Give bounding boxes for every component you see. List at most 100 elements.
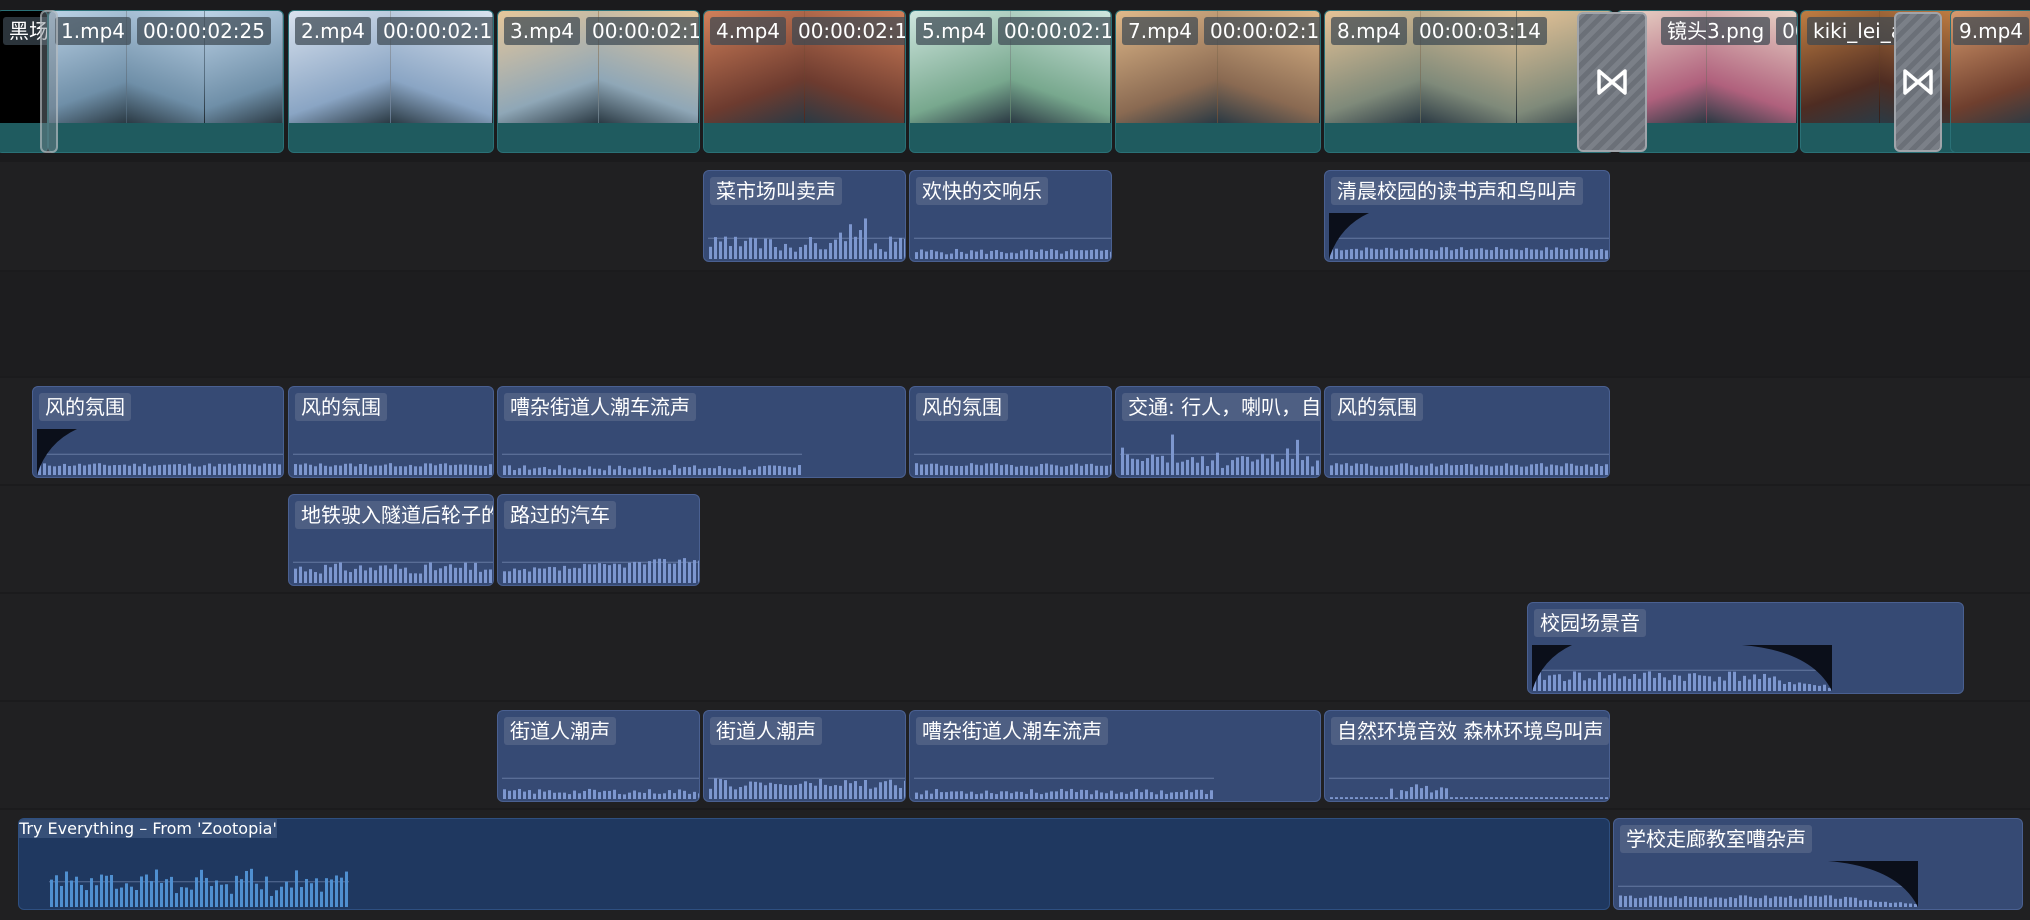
- waveform-bar: [1340, 797, 1343, 799]
- waveform-bar: [1530, 464, 1533, 475]
- waveform-bar: [344, 463, 347, 475]
- waveform-bar: [638, 792, 641, 799]
- waveform-bar: [1535, 797, 1538, 799]
- waveform-bar: [404, 567, 407, 583]
- transition-marker[interactable]: [1894, 12, 1942, 152]
- waveform-bar: [1545, 247, 1548, 259]
- video-clip[interactable]: 2.mp4 00:00:02:15: [288, 10, 494, 153]
- audio-waveform: [708, 777, 905, 799]
- music-clip[interactable]: Try Everything – From 'Zootopia': [18, 818, 1610, 910]
- audio-clip[interactable]: 路过的汽车: [497, 494, 700, 586]
- waveform-bar: [1678, 675, 1681, 691]
- waveform-bar: [88, 464, 91, 475]
- waveform-bar: [1684, 896, 1687, 907]
- waveform-bar: [523, 791, 526, 799]
- waveform-bar: [935, 463, 938, 475]
- audio-clip[interactable]: 欢快的交响乐: [909, 170, 1112, 262]
- waveform-bar: [1450, 797, 1453, 799]
- waveform-bar: [414, 573, 417, 583]
- waveform-bar: [474, 465, 477, 475]
- waveform-bar: [1828, 687, 1831, 691]
- waveform-bar: [1435, 790, 1438, 799]
- audio-clip[interactable]: 嘈杂街道人潮车流声: [497, 386, 906, 478]
- waveform-bar: [1435, 466, 1438, 475]
- video-clip[interactable]: 1.mp4 00:00:02:25: [48, 10, 284, 153]
- audio-clip[interactable]: 风的氛围: [32, 386, 284, 478]
- waveform-bar: [439, 463, 442, 475]
- video-clip[interactable]: 3.mp400:00:02:14: [497, 10, 700, 153]
- audio-clip[interactable]: 校园场景音: [1527, 602, 1964, 694]
- audio-clip[interactable]: 菜市场叫卖声: [703, 170, 906, 262]
- waveform-bar: [608, 565, 611, 583]
- waveform-bar: [1550, 249, 1553, 259]
- waveform-bar: [240, 879, 243, 907]
- waveform-bar: [734, 789, 737, 799]
- waveform-bar: [668, 470, 671, 475]
- audio-clip[interactable]: 清晨校园的读书声和鸟叫声: [1324, 170, 1610, 262]
- waveform-bar: [1060, 253, 1063, 259]
- audio-clip[interactable]: 风的氛围: [909, 386, 1112, 478]
- video-clip[interactable]: 4.mp400:00:02:14: [703, 10, 906, 153]
- audio-clip[interactable]: 风的氛围: [288, 386, 494, 478]
- waveform-bar: [794, 251, 797, 259]
- waveform-bar: [854, 781, 857, 799]
- waveform-bar: [175, 893, 178, 907]
- waveform-bar: [1798, 682, 1801, 691]
- playhead-trim-handle[interactable]: [40, 10, 58, 153]
- waveform-bar: [1619, 895, 1622, 907]
- waveform-bar: [1505, 249, 1508, 259]
- waveform-bar: [158, 465, 161, 475]
- waveform-bar: [98, 463, 101, 475]
- video-clip[interactable]: 9.mp4: [1950, 10, 2030, 153]
- waveform-bar: [248, 464, 251, 475]
- waveform-bar: [1839, 898, 1842, 907]
- waveform-bar: [789, 785, 792, 799]
- video-clip[interactable]: 8.mp4 00:00:03:14: [1324, 10, 1614, 153]
- audio-clip[interactable]: 街道人潮声: [703, 710, 906, 802]
- audio-clip[interactable]: 街道人潮声: [497, 710, 700, 802]
- waveform-bar: [1854, 897, 1857, 907]
- audio-clip[interactable]: 风的氛围: [1324, 386, 1610, 478]
- waveform-bar: [588, 788, 591, 799]
- waveform-bar: [1708, 676, 1711, 691]
- waveform-bar: [1480, 464, 1483, 475]
- audio-clip[interactable]: 学校走廊教室嘈杂声: [1613, 818, 2023, 910]
- audio-clip[interactable]: 交通: 行人，喇叭，自行: [1115, 386, 1321, 478]
- waveform-bar: [1470, 464, 1473, 475]
- waveform-bar: [533, 567, 536, 583]
- video-clip[interactable]: 7.mp4 00:00:02:15: [1115, 10, 1321, 153]
- waveform-bar: [1125, 793, 1128, 799]
- waveform-bar: [859, 230, 862, 259]
- video-clip[interactable]: 5.mp400:00:02:14: [909, 10, 1112, 153]
- audio-clip-title: 自然环境音效 森林环境鸟叫声: [1331, 717, 1609, 745]
- waveform-bar: [1823, 684, 1826, 691]
- waveform-bar: [1365, 247, 1368, 259]
- waveform-bar: [683, 558, 686, 583]
- waveform-bar: [814, 785, 817, 799]
- waveform-bar: [78, 463, 81, 475]
- audio-clip[interactable]: 自然环境音效 森林环境鸟叫声: [1324, 710, 1610, 802]
- waveform-bar: [798, 465, 801, 475]
- waveform-bar: [193, 466, 196, 475]
- waveform-bar: [1813, 685, 1816, 691]
- audio-clip[interactable]: 嘈杂街道人潮车流声: [909, 710, 1321, 802]
- waveform-bar: [1909, 903, 1912, 907]
- waveform-bar: [523, 465, 526, 475]
- transition-marker[interactable]: [1577, 12, 1647, 152]
- waveform-bar: [1608, 675, 1611, 691]
- audio-clip-title: 嘈杂街道人潮车流声: [916, 717, 1108, 745]
- waveform-bar: [1605, 464, 1608, 475]
- audio-clip[interactable]: 地铁驶入隧道后轮子的: [288, 494, 494, 586]
- waveform-bar: [980, 249, 983, 259]
- waveform-bar: [1055, 465, 1058, 475]
- waveform-bar: [698, 560, 699, 583]
- waveform-bar: [1535, 463, 1538, 475]
- waveform-bar: [940, 792, 943, 799]
- waveform-bar: [345, 871, 348, 907]
- waveform-bar: [533, 793, 536, 799]
- waveform-bar: [1475, 466, 1478, 475]
- waveform-bar: [263, 463, 266, 475]
- waveform-bar: [1699, 897, 1702, 907]
- waveform-bar: [1723, 680, 1726, 691]
- audio-waveform: [914, 777, 1214, 799]
